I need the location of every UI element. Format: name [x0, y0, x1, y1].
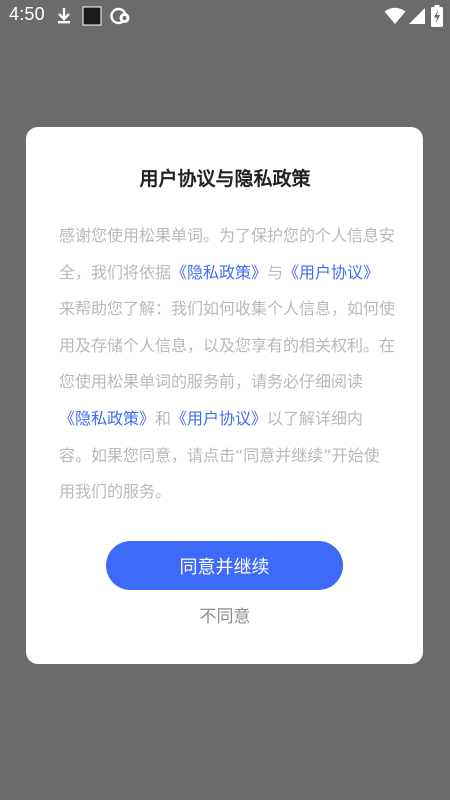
- user-agreement-link[interactable]: 《用户协议》: [283, 263, 379, 282]
- dialog-body: 感谢您使用松果单词。为了保护您的个人信息安全，我们将依据《隐私政策》与《用户协议…: [59, 218, 395, 511]
- user-agreement-link-2[interactable]: 《用户协议》: [171, 409, 267, 428]
- dialog-title: 用户协议与隐私政策: [139, 168, 311, 190]
- agree-continue-button[interactable]: 同意并继续: [106, 541, 343, 590]
- privacy-policy-link[interactable]: 《隐私政策》: [171, 263, 267, 282]
- wifi-icon: [384, 7, 406, 24]
- status-bar: 4:50: [0, 0, 450, 32]
- status-time: 4:50: [9, 4, 45, 24]
- battery-charging-icon: [431, 5, 443, 27]
- body-text-2: 与: [267, 262, 284, 282]
- body-text-4: 和: [155, 408, 172, 428]
- privacy-policy-link-2[interactable]: 《隐私政策》: [59, 409, 155, 428]
- signal-icon: [409, 8, 425, 24]
- square-notification-icon: [82, 6, 102, 26]
- body-text-3: 来帮助您了解：我们如何收集个人信息，如何使用及存储个人信息，以及您享有的相关权利…: [59, 299, 396, 392]
- download-icon: [58, 8, 70, 24]
- disagree-button[interactable]: 不同意: [160, 600, 290, 628]
- app-notification-icon: [110, 7, 130, 25]
